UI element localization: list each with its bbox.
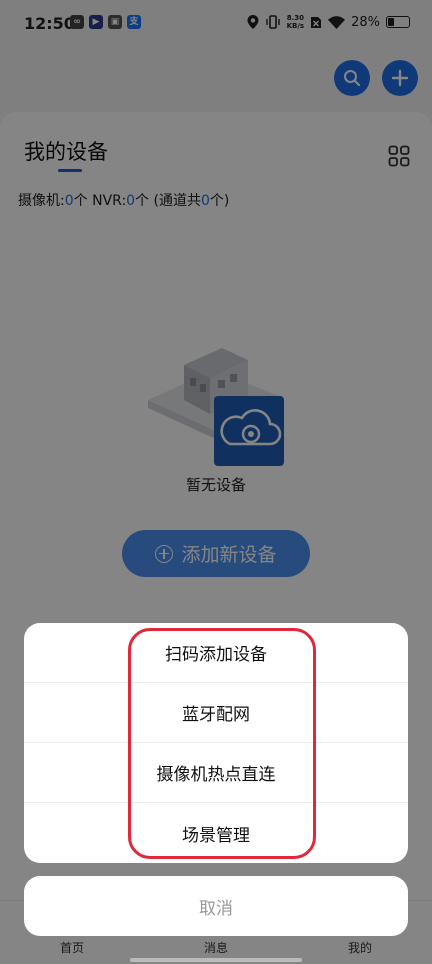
- highlight-annotation: [128, 628, 316, 859]
- cancel-button[interactable]: 取消: [24, 876, 408, 936]
- home-indicator: [130, 958, 302, 962]
